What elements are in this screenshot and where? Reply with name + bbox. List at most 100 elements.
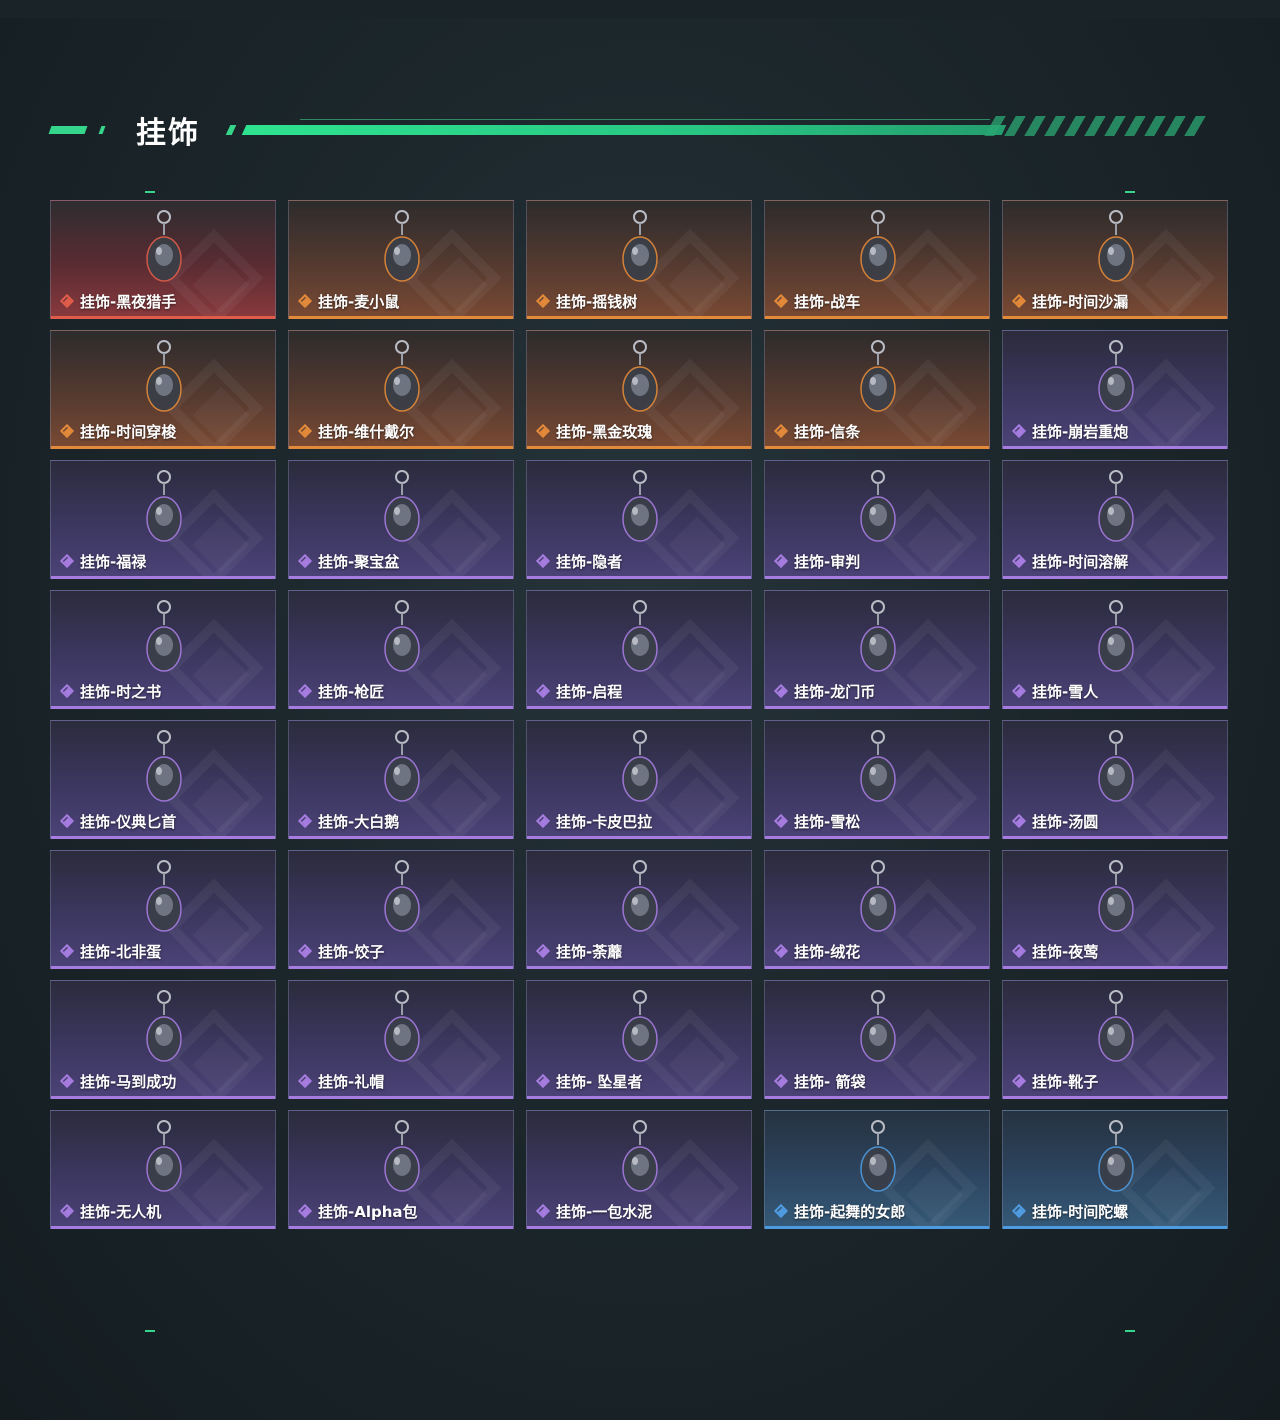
pendant-card[interactable]: 挂饰-Alpha包 xyxy=(288,1110,514,1229)
pendant-label: 挂饰-饺子 xyxy=(299,941,384,962)
pendant-name: 挂饰- 箭袋 xyxy=(794,1073,866,1091)
pendant-name: 挂饰-靴子 xyxy=(1032,1073,1099,1091)
pendant-card[interactable]: 挂饰-荼蘼 xyxy=(526,850,752,969)
rarity-diamond-icon xyxy=(775,1075,789,1089)
pendant-card[interactable]: 挂饰-战车 xyxy=(764,200,990,319)
rarity-diamond-icon xyxy=(61,295,75,309)
rarity-diamond-icon xyxy=(1013,685,1027,699)
pendant-card[interactable]: 挂饰-维什戴尔 xyxy=(288,330,514,449)
pendant-card[interactable]: 挂饰-仪典匕首 xyxy=(50,720,276,839)
rarity-diamond-icon xyxy=(61,555,75,569)
pendant-card[interactable]: 挂饰-时之书 xyxy=(50,590,276,709)
pendant-label: 挂饰-汤圆 xyxy=(1013,811,1098,832)
pendant-card[interactable]: 挂饰-卡皮巴拉 xyxy=(526,720,752,839)
pendant-label: 挂饰-时之书 xyxy=(61,681,161,702)
pendant-name: 挂饰-枪匠 xyxy=(318,683,385,701)
pendant-name: 挂饰-时间穿梭 xyxy=(80,423,177,441)
pendant-name: 挂饰-审判 xyxy=(794,553,861,571)
pendant-label: 挂饰-荼蘼 xyxy=(537,941,622,962)
pendant-name: 挂饰-汤圆 xyxy=(1032,813,1099,831)
pendant-card[interactable]: 挂饰- 坠星者 xyxy=(526,980,752,1099)
pendant-card[interactable]: 挂饰-时间陀螺 xyxy=(1002,1110,1228,1229)
pendant-card[interactable]: 挂饰-时间溶解 xyxy=(1002,460,1228,579)
pendant-card[interactable]: 挂饰-龙门币 xyxy=(764,590,990,709)
pendant-name: 挂饰-夜莺 xyxy=(1032,943,1099,961)
rarity-diamond-icon xyxy=(299,945,313,959)
pendant-label: 挂饰-黑夜猎手 xyxy=(61,291,176,312)
rarity-diamond-icon xyxy=(775,945,789,959)
header-accent-bar xyxy=(48,126,88,134)
pendant-name: 挂饰-时间沙漏 xyxy=(1032,293,1129,311)
pendant-card[interactable]: 挂饰-起舞的女郎 xyxy=(764,1110,990,1229)
pendant-card[interactable]: 挂饰-审判 xyxy=(764,460,990,579)
pendant-card[interactable]: 挂饰-饺子 xyxy=(288,850,514,969)
pendant-label: 挂饰-Alpha包 xyxy=(299,1201,418,1222)
pendant-card[interactable]: 挂饰-麦小鼠 xyxy=(288,200,514,319)
gunsmith-pendant-icon xyxy=(373,597,431,681)
pendant-card[interactable]: 挂饰-礼帽 xyxy=(288,980,514,1099)
pendant-label: 挂饰-维什戴尔 xyxy=(299,421,414,442)
pendant-card[interactable]: 挂饰-绒花 xyxy=(764,850,990,969)
pendant-label: 挂饰-马到成功 xyxy=(61,1071,176,1092)
pendant-name: 挂饰-大白鹅 xyxy=(318,813,400,831)
pendant-card[interactable]: 挂饰-汤圆 xyxy=(1002,720,1228,839)
rarity-diamond-icon xyxy=(299,1075,313,1089)
pendant-name: 挂饰-卡皮巴拉 xyxy=(556,813,653,831)
pendant-card[interactable]: 挂饰-隐者 xyxy=(526,460,752,579)
pendant-grid: 挂饰-黑夜猎手 挂饰-麦小鼠 挂饰-摇钱树 挂饰-战车 挂饰-时间沙漏 挂饰-时间穿梭 挂饰… xyxy=(50,200,1230,1230)
pendant-name: 挂饰-礼帽 xyxy=(318,1073,385,1091)
pendant-label: 挂饰-摇钱树 xyxy=(537,291,637,312)
rarity-diamond-icon xyxy=(61,1075,75,1089)
goose-pendant-icon xyxy=(373,727,431,811)
money-tree-pendant-icon xyxy=(611,207,669,291)
pendant-card[interactable]: 挂饰-枪匠 xyxy=(288,590,514,709)
pendant-card[interactable]: 挂饰-崩岩重炮 xyxy=(1002,330,1228,449)
pendant-card[interactable]: 挂饰-大白鹅 xyxy=(288,720,514,839)
pendant-label: 挂饰-礼帽 xyxy=(299,1071,384,1092)
pendant-card[interactable]: 挂饰-雪松 xyxy=(764,720,990,839)
pendant-label: 挂饰-战车 xyxy=(775,291,860,312)
pendant-name: 挂饰-无人机 xyxy=(80,1203,162,1221)
pendant-card[interactable]: 挂饰-马到成功 xyxy=(50,980,276,1099)
pendant-card[interactable]: 挂饰-无人机 xyxy=(50,1110,276,1229)
pendant-card[interactable]: 挂饰-黑金玫瑰 xyxy=(526,330,752,449)
pendant-label: 挂饰-一包水泥 xyxy=(537,1201,652,1222)
pendant-card[interactable]: 挂饰-聚宝盆 xyxy=(288,460,514,579)
pendant-label: 挂饰-龙门币 xyxy=(775,681,875,702)
pendant-label: 挂饰-起舞的女郎 xyxy=(775,1201,905,1222)
pendant-card[interactable]: 挂饰-时间穿梭 xyxy=(50,330,276,449)
pendant-card[interactable]: 挂饰-雪人 xyxy=(1002,590,1228,709)
pendant-label: 挂饰-枪匠 xyxy=(299,681,384,702)
pendant-name: 挂饰-饺子 xyxy=(318,943,385,961)
pendant-card[interactable]: 挂饰-摇钱树 xyxy=(526,200,752,319)
pendant-card[interactable]: 挂饰-黑夜猎手 xyxy=(50,200,276,319)
pendant-label: 挂饰-福禄 xyxy=(61,551,146,572)
pendant-name: 挂饰-隐者 xyxy=(556,553,623,571)
pendant-label: 挂饰-仪典匕首 xyxy=(61,811,176,832)
corner-tick xyxy=(1125,1330,1135,1332)
rarity-diamond-icon xyxy=(537,945,551,959)
pendant-card[interactable]: 挂饰- 箭袋 xyxy=(764,980,990,1099)
pendant-name: 挂饰-雪人 xyxy=(1032,683,1099,701)
pendant-label: 挂饰-审判 xyxy=(775,551,860,572)
fedora-hat-pendant-icon xyxy=(373,987,431,1071)
flower-pendant-icon xyxy=(611,857,669,941)
pendant-name: 挂饰-时间陀螺 xyxy=(1032,1203,1129,1221)
pendant-card[interactable]: 挂饰-夜莺 xyxy=(1002,850,1228,969)
pendant-card[interactable]: 挂饰-靴子 xyxy=(1002,980,1228,1099)
pendant-label: 挂饰-雪人 xyxy=(1013,681,1098,702)
rarity-diamond-icon xyxy=(299,1205,313,1219)
pendant-name: 挂饰-黑金玫瑰 xyxy=(556,423,653,441)
pendant-card[interactable]: 挂饰-时间沙漏 xyxy=(1002,200,1228,319)
dumplings-plate-pendant-icon xyxy=(373,857,431,941)
rarity-diamond-icon xyxy=(537,815,551,829)
pendant-card[interactable]: 挂饰-信条 xyxy=(764,330,990,449)
rarity-diamond-icon xyxy=(1013,555,1027,569)
pendant-card[interactable]: 挂饰-启程 xyxy=(526,590,752,709)
pendant-card[interactable]: 挂饰-一包水泥 xyxy=(526,1110,752,1229)
rarity-diamond-icon xyxy=(61,425,75,439)
pendant-label: 挂饰-雪松 xyxy=(775,811,860,832)
pendant-card[interactable]: 挂饰-北非蛋 xyxy=(50,850,276,969)
pendant-card[interactable]: 挂饰-福禄 xyxy=(50,460,276,579)
rarity-diamond-icon xyxy=(537,295,551,309)
